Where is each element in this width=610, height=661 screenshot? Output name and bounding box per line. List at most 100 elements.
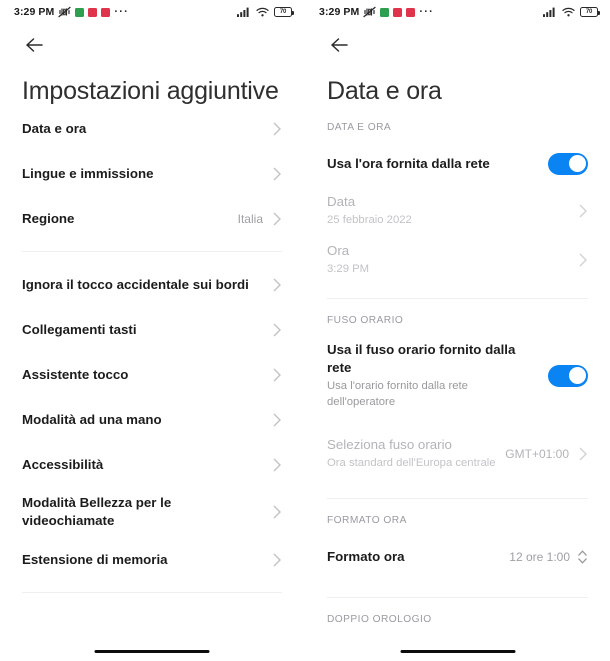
toggle-usa-ora-rete[interactable] [548,152,588,175]
app-icon-green [75,7,85,17]
chevron-right-icon [273,368,281,381]
list-item-value: 12 ore 1:00 [509,549,570,564]
row-text: Ignora il tocco accidentale sui bordi [22,276,263,294]
back-arrow-icon[interactable] [22,32,48,58]
list-item-value: GMT+01:00 [505,446,569,461]
row-text: Regione [22,210,230,228]
vibrate-off-icon [363,6,377,18]
list-item-data[interactable]: Data 25 febbraio 2022 [327,186,588,235]
list-item-label: Data e ora [22,120,87,136]
section-header-fuso-orario: FUSO ORARIO [327,315,404,326]
row-text: Data e ora [22,120,263,138]
list-item-modalita-bellezza[interactable]: Modalità Bellezza per le videochiamate [22,487,282,537]
list-item-label: Modalità ad una mano [22,411,162,427]
list-item-label: Modalità Bellezza per le videochiamate [22,495,172,528]
list-item-label: Usa l'ora fornita dalla rete [327,155,490,171]
list-item-sublabel: 25 febbraio 2022 [327,214,412,226]
list-item-usa-ora-rete[interactable]: Usa l'ora fornita dalla rete [327,141,588,186]
battery-level-text: 70 [585,9,593,15]
list-item-label: Data [327,194,356,209]
section-header-doppio-orologio: DOPPIO OROLOGIO [327,614,432,625]
list-item-label: Accessibilità [22,456,104,472]
row-text: Collegamenti tasti [22,321,263,339]
list-item-label: Estensione di memoria [22,551,168,567]
list-item-label: Ora [327,243,350,258]
app-icon-red-2 [101,7,111,17]
wifi-icon [256,7,269,17]
row-text: Assistente tocco [22,366,263,384]
list-item-lingue-e-immissione[interactable]: Lingue e immissione [22,151,282,196]
app-icon-red [88,7,98,17]
chevron-right-icon [273,212,281,225]
row-text: Data 25 febbraio 2022 [327,193,569,228]
screen-data-e-ora: 3:29 PM ··· 70 Data e ora DATA E ORA Usa… [305,0,610,661]
list-item-estensione-memoria[interactable]: Estensione di memoria [22,537,282,582]
battery-level-text: 70 [279,9,287,15]
chevron-right-icon [579,204,587,217]
list-item-sublabel: Ora standard dell'Europa centrale [327,457,496,469]
status-bar-clock: 3:29 PM [14,6,55,18]
list-item-label: Formato ora [327,548,405,564]
list-item-sublabel: 3:29 PM [327,263,370,275]
list-item-seleziona-fuso-orario[interactable]: Seleziona fuso orario Ora standard dell'… [327,429,588,478]
row-text: Modalità ad una mano [22,411,263,429]
chevron-up-down-icon [578,549,587,564]
list-item-modalita-una-mano[interactable]: Modalità ad una mano [22,397,282,442]
list-item-label: Collegamenti tasti [22,321,137,337]
list-item-label: Lingue e immissione [22,165,154,181]
list-item-formato-ora[interactable]: Formato ora 12 ore 1:00 [327,534,588,579]
row-text: Usa il fuso orario fornito dalla rete Us… [327,341,538,410]
status-bar-clock: 3:29 PM [319,6,360,18]
toggle-knob [568,155,586,172]
row-text: Ora 3:29 PM [327,242,569,277]
row-text: Formato ora [327,548,501,566]
section-header-formato-ora: FORMATO ORA [327,515,407,526]
list-item-ora[interactable]: Ora 3:29 PM [327,235,588,284]
list-item-usa-fuso-orario-rete[interactable]: Usa il fuso orario fornito dalla rete Us… [327,334,588,417]
section-divider [22,251,282,252]
list-item-accessibilita[interactable]: Accessibilità [22,442,282,487]
dual-screenshot-container: 3:29 PM ··· 70 Impostazioni aggiuntive D… [0,0,610,661]
status-bar-right-group: 70 [237,7,294,17]
home-indicator[interactable] [94,649,210,653]
signal-bars-icon [543,7,555,17]
list-item-ignora-tocco-accidentale[interactable]: Ignora il tocco accidentale sui bordi [22,262,282,307]
signal-bars-icon [237,7,249,17]
home-indicator[interactable] [400,649,515,653]
list-item-regione[interactable]: Regione Italia [22,196,282,241]
list-item-collegamenti-tasti[interactable]: Collegamenti tasti [22,307,282,352]
status-bar-left-group: 3:29 PM ··· [14,6,129,18]
list-item-label: Seleziona fuso orario [327,437,452,452]
back-arrow-icon[interactable] [327,32,353,58]
page-title-right: Data e ora [327,77,442,105]
list-item-data-e-ora[interactable]: Data e ora [22,106,282,151]
list-item-sublabel: Usa l'orario fornito dalla rete dell'ope… [327,380,468,408]
list-item-assistente-tocco[interactable]: Assistente tocco [22,352,282,397]
chevron-right-icon [273,505,281,519]
list-item-label: Regione [22,210,75,226]
list-item-value: Italia [237,211,263,226]
section-date-time-list: Usa l'ora fornita dalla rete Data 25 feb… [305,141,610,299]
chevron-right-icon [273,553,281,566]
list-item-label: Assistente tocco [22,366,129,382]
status-bar-left: 3:29 PM ··· 70 [0,0,304,24]
section-timezone-list: Usa il fuso orario fornito dalla rete Us… [305,334,610,499]
chevron-right-icon [273,458,281,471]
section-header-data-e-ora: DATA E ORA [327,122,392,133]
section-divider-bottom [22,592,282,593]
screen-impostazioni-aggiuntive: 3:29 PM ··· 70 Impostazioni aggiuntive D… [0,0,305,661]
chevron-right-icon [273,167,281,180]
status-bar-left-group: 3:29 PM ··· [319,6,434,18]
status-bar-right: 3:29 PM ··· 70 [305,0,610,24]
settings-list-group-1: Data e ora Lingue e immissione Regione I… [0,106,304,252]
chevron-right-icon [273,323,281,336]
overflow-dots-icon: ··· [419,6,434,18]
chevron-right-icon [273,413,281,426]
row-text: Lingue e immissione [22,165,263,183]
toggle-usa-fuso-orario-rete[interactable] [548,364,588,387]
app-icon-green [380,7,390,17]
row-text: Accessibilità [22,456,263,474]
row-text: Seleziona fuso orario Ora standard dell'… [327,436,497,471]
row-text: Usa l'ora fornita dalla rete [327,155,538,173]
battery-icon: 70 [580,7,600,17]
